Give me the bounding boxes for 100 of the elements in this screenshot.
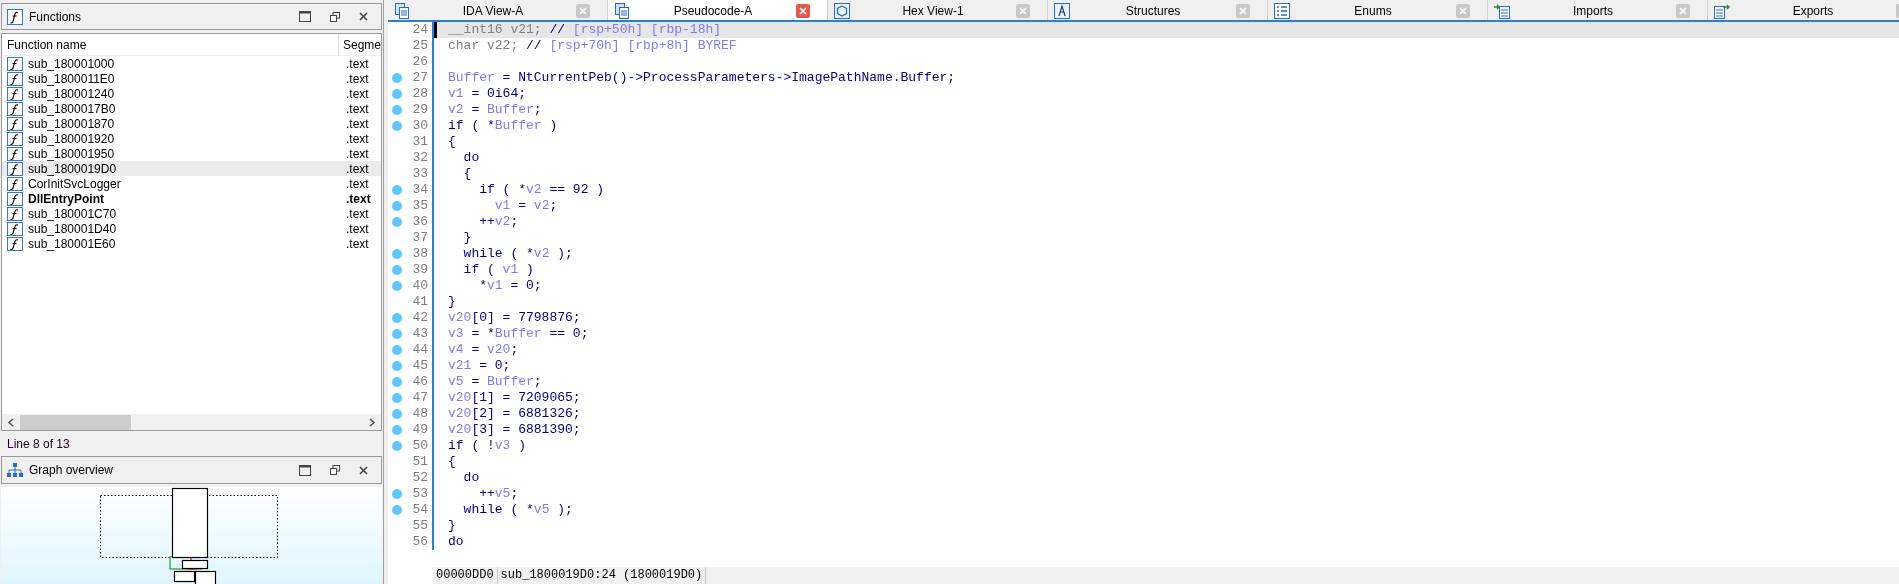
code-line: v20[3] = 6881390; <box>448 421 581 440</box>
hierarchy-icon <box>7 463 23 477</box>
line-number: 28 <box>411 85 429 104</box>
export-icon <box>1714 3 1730 19</box>
code-line: v1 = 0i64; <box>448 85 527 104</box>
code-line: if ( *Buffer ) <box>448 117 558 136</box>
segment-cell-text: .text <box>346 55 369 73</box>
code-line: ++v2; <box>478 213 519 232</box>
code-line: { <box>448 453 456 472</box>
code-line: v21 = 0; <box>448 357 511 376</box>
code-line: v2 = Buffer; <box>448 101 542 120</box>
code-line: do <box>448 533 464 552</box>
line-number: 44 <box>411 341 429 360</box>
line-number: 26 <box>411 53 429 72</box>
line-number: 56 <box>411 533 429 552</box>
function-icon <box>7 191 23 206</box>
status-text: Line 8 of 13 <box>7 435 70 453</box>
status-field: 00000DD0 <box>433 567 498 584</box>
line-number: 45 <box>411 357 429 376</box>
maximize-icon[interactable] <box>299 464 311 476</box>
code-line: v20[2] = 6881326; <box>448 405 581 424</box>
line-number: 29 <box>411 101 429 120</box>
code-line: while ( *v2 ); <box>462 245 573 264</box>
line-number: 30 <box>411 117 429 136</box>
function-icon <box>7 131 23 146</box>
restore-icon[interactable] <box>330 11 340 22</box>
scroll-right-icon[interactable] <box>368 417 376 427</box>
function-icon <box>7 86 23 101</box>
import-icon <box>1494 3 1510 19</box>
function-icon <box>7 101 23 116</box>
segment-cell-text: .text <box>346 130 369 148</box>
hexagon-icon <box>834 3 850 19</box>
function-icon <box>7 176 23 191</box>
line-number: 24 <box>411 22 429 40</box>
segment-cell-text: .text <box>346 220 369 238</box>
line-number: 54 <box>411 501 429 520</box>
segment-cell-text: .text <box>346 175 369 193</box>
code-line: if ( !v3 ) <box>448 437 527 456</box>
line-number: 36 <box>411 213 429 232</box>
code-line: v4 = v20; <box>448 341 519 360</box>
segment-cell-text: .text <box>346 100 369 118</box>
scroll-left-icon[interactable] <box>7 417 15 427</box>
close-icon[interactable] <box>796 4 810 18</box>
code-line: ++v5; <box>478 485 519 504</box>
segment-cell-text: .text <box>346 160 369 178</box>
segment-cell-text: .text <box>346 235 369 253</box>
code-line: if ( *v2 == 92 ) <box>478 181 605 200</box>
structure-icon <box>1054 3 1070 19</box>
line-number: 48 <box>411 405 429 424</box>
function-icon <box>7 161 23 176</box>
line-number: 51 <box>411 453 429 472</box>
restore-icon[interactable] <box>330 465 340 475</box>
line-number: 49 <box>411 421 429 440</box>
line-number: 52 <box>411 469 429 488</box>
code-line: if ( v1 ) <box>462 261 534 280</box>
code-line: v3 = *Buffer == 0; <box>448 325 589 344</box>
column-header[interactable]: Segme <box>338 35 381 54</box>
segment-cell-text: .text <box>346 205 369 223</box>
line-number: 37 <box>411 229 429 248</box>
panel-title: Graph overview <box>29 462 114 479</box>
function-icon <box>7 206 23 221</box>
function-icon <box>7 71 23 86</box>
scrollbar-thumb[interactable] <box>20 414 131 430</box>
text-cursor <box>434 22 437 38</box>
segment-cell-text: .text <box>346 190 371 208</box>
line-number: 53 <box>411 485 429 504</box>
segment-cell-text: .text <box>346 115 369 133</box>
list-icon <box>1274 3 1290 19</box>
code-line: do <box>462 149 480 168</box>
maximize-icon[interactable] <box>299 11 311 22</box>
code-line: v1 = v2; <box>493 197 558 216</box>
segment-cell-text: .text <box>346 85 369 103</box>
code-line: __int16 v21; // [rsp+50h] [rbp-18h] <box>448 22 722 40</box>
code-line: v20[0] = 7798876; <box>448 309 581 328</box>
tab[interactable]: Pseudocode-A <box>608 0 828 20</box>
code-line: char v22; // [rsp+70h] [rbp+8h] BYREF <box>448 37 737 56</box>
line-number: 41 <box>411 293 429 312</box>
document-icon <box>614 3 630 19</box>
line-number: 40 <box>411 277 429 296</box>
line-number: 50 <box>411 437 429 456</box>
code-line: { <box>448 133 456 152</box>
code-line: *v1 = 0; <box>478 277 542 296</box>
line-number: 47 <box>411 389 429 408</box>
line-number: 46 <box>411 373 429 392</box>
line-number: 33 <box>411 165 429 184</box>
line-number: 43 <box>411 325 429 344</box>
column-header[interactable]: Function name <box>2 34 339 56</box>
line-number: 27 <box>411 69 429 88</box>
line-number: 31 <box>411 133 429 152</box>
code-line: v20[1] = 7209065; <box>448 389 581 408</box>
document-icon <box>394 3 410 19</box>
viewport-frame[interactable] <box>100 495 278 558</box>
code-line: v5 = Buffer; <box>448 373 542 392</box>
close-icon[interactable] <box>359 465 368 475</box>
function-icon <box>7 236 23 251</box>
close-icon[interactable] <box>359 12 368 21</box>
selected-row[interactable]: sub_1800019D0 .text <box>2 161 381 176</box>
code-line: } <box>462 229 472 248</box>
line-number: 38 <box>411 245 429 264</box>
line-number: 35 <box>411 197 429 216</box>
